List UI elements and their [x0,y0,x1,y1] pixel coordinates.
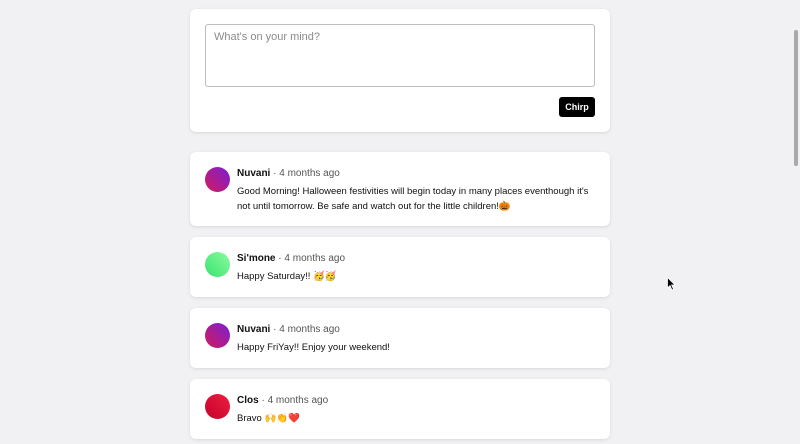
post-text: Happy Saturday!! 🥳🥳 [237,269,595,284]
post-timestamp: 4 months ago [279,168,340,179]
post-timestamp: 4 months ago [279,324,340,335]
chirp-button[interactable]: Chirp [559,97,595,117]
post-header: Clos · 4 months ago [237,395,328,407]
post-card: Clos · 4 months ago Bravo 🙌👏❤️ [190,379,610,439]
chirp-composer: Chirp [190,9,610,132]
post-card: Nuvani · 4 months ago Happy FriYay!! Enj… [190,308,610,368]
post-text: Happy FriYay!! Enjoy your weekend! [237,340,595,355]
post-card: Nuvani · 4 months ago Good Morning! Hall… [190,152,610,226]
post-timestamp: 4 months ago [284,253,346,264]
separator-dot: · [273,168,277,179]
scrollbar-thumb[interactable] [794,30,798,166]
post-header: Nuvani · 4 months ago [237,168,340,180]
avatar[interactable] [205,167,230,192]
author-name[interactable]: Clos [237,395,259,406]
feed-page: Chirp Nuvani · 4 months ago Good Morning… [0,0,800,444]
mouse-cursor-icon [667,277,676,291]
party-emoji: 🥳🥳 [313,271,337,282]
separator-dot: · [278,253,282,264]
avatar[interactable] [205,252,230,277]
post-timestamp: 4 months ago [267,395,329,406]
author-name[interactable]: Si'mone [237,253,276,264]
post-header: Nuvani · 4 months ago [237,324,340,336]
post-input[interactable] [205,24,595,87]
separator-dot: · [261,395,265,406]
separator-dot: · [273,324,277,335]
author-name[interactable]: Nuvani [237,168,270,179]
post-text-content: Happy FriYay!! Enjoy your weekend! [237,342,390,353]
avatar[interactable] [205,323,230,348]
author-name[interactable]: Nuvani [237,324,270,335]
post-text-content: Good Morning! Halloween festivities will… [237,186,589,212]
post-text-content: Bravo [237,413,265,424]
post-text: Bravo 🙌👏❤️ [237,411,595,426]
post-header: Si'mone · 4 months ago [237,253,345,265]
clap-heart-emoji: 🙌👏❤️ [264,413,300,424]
post-text-content: Happy Saturday!! [237,271,314,282]
avatar[interactable] [205,394,230,419]
post-text: Good Morning! Halloween festivities will… [237,184,595,214]
pumpkin-emoji: 🎃 [498,201,511,212]
post-card: Si'mone · 4 months ago Happy Saturday!! … [190,237,610,297]
scrollbar[interactable] [792,0,800,444]
